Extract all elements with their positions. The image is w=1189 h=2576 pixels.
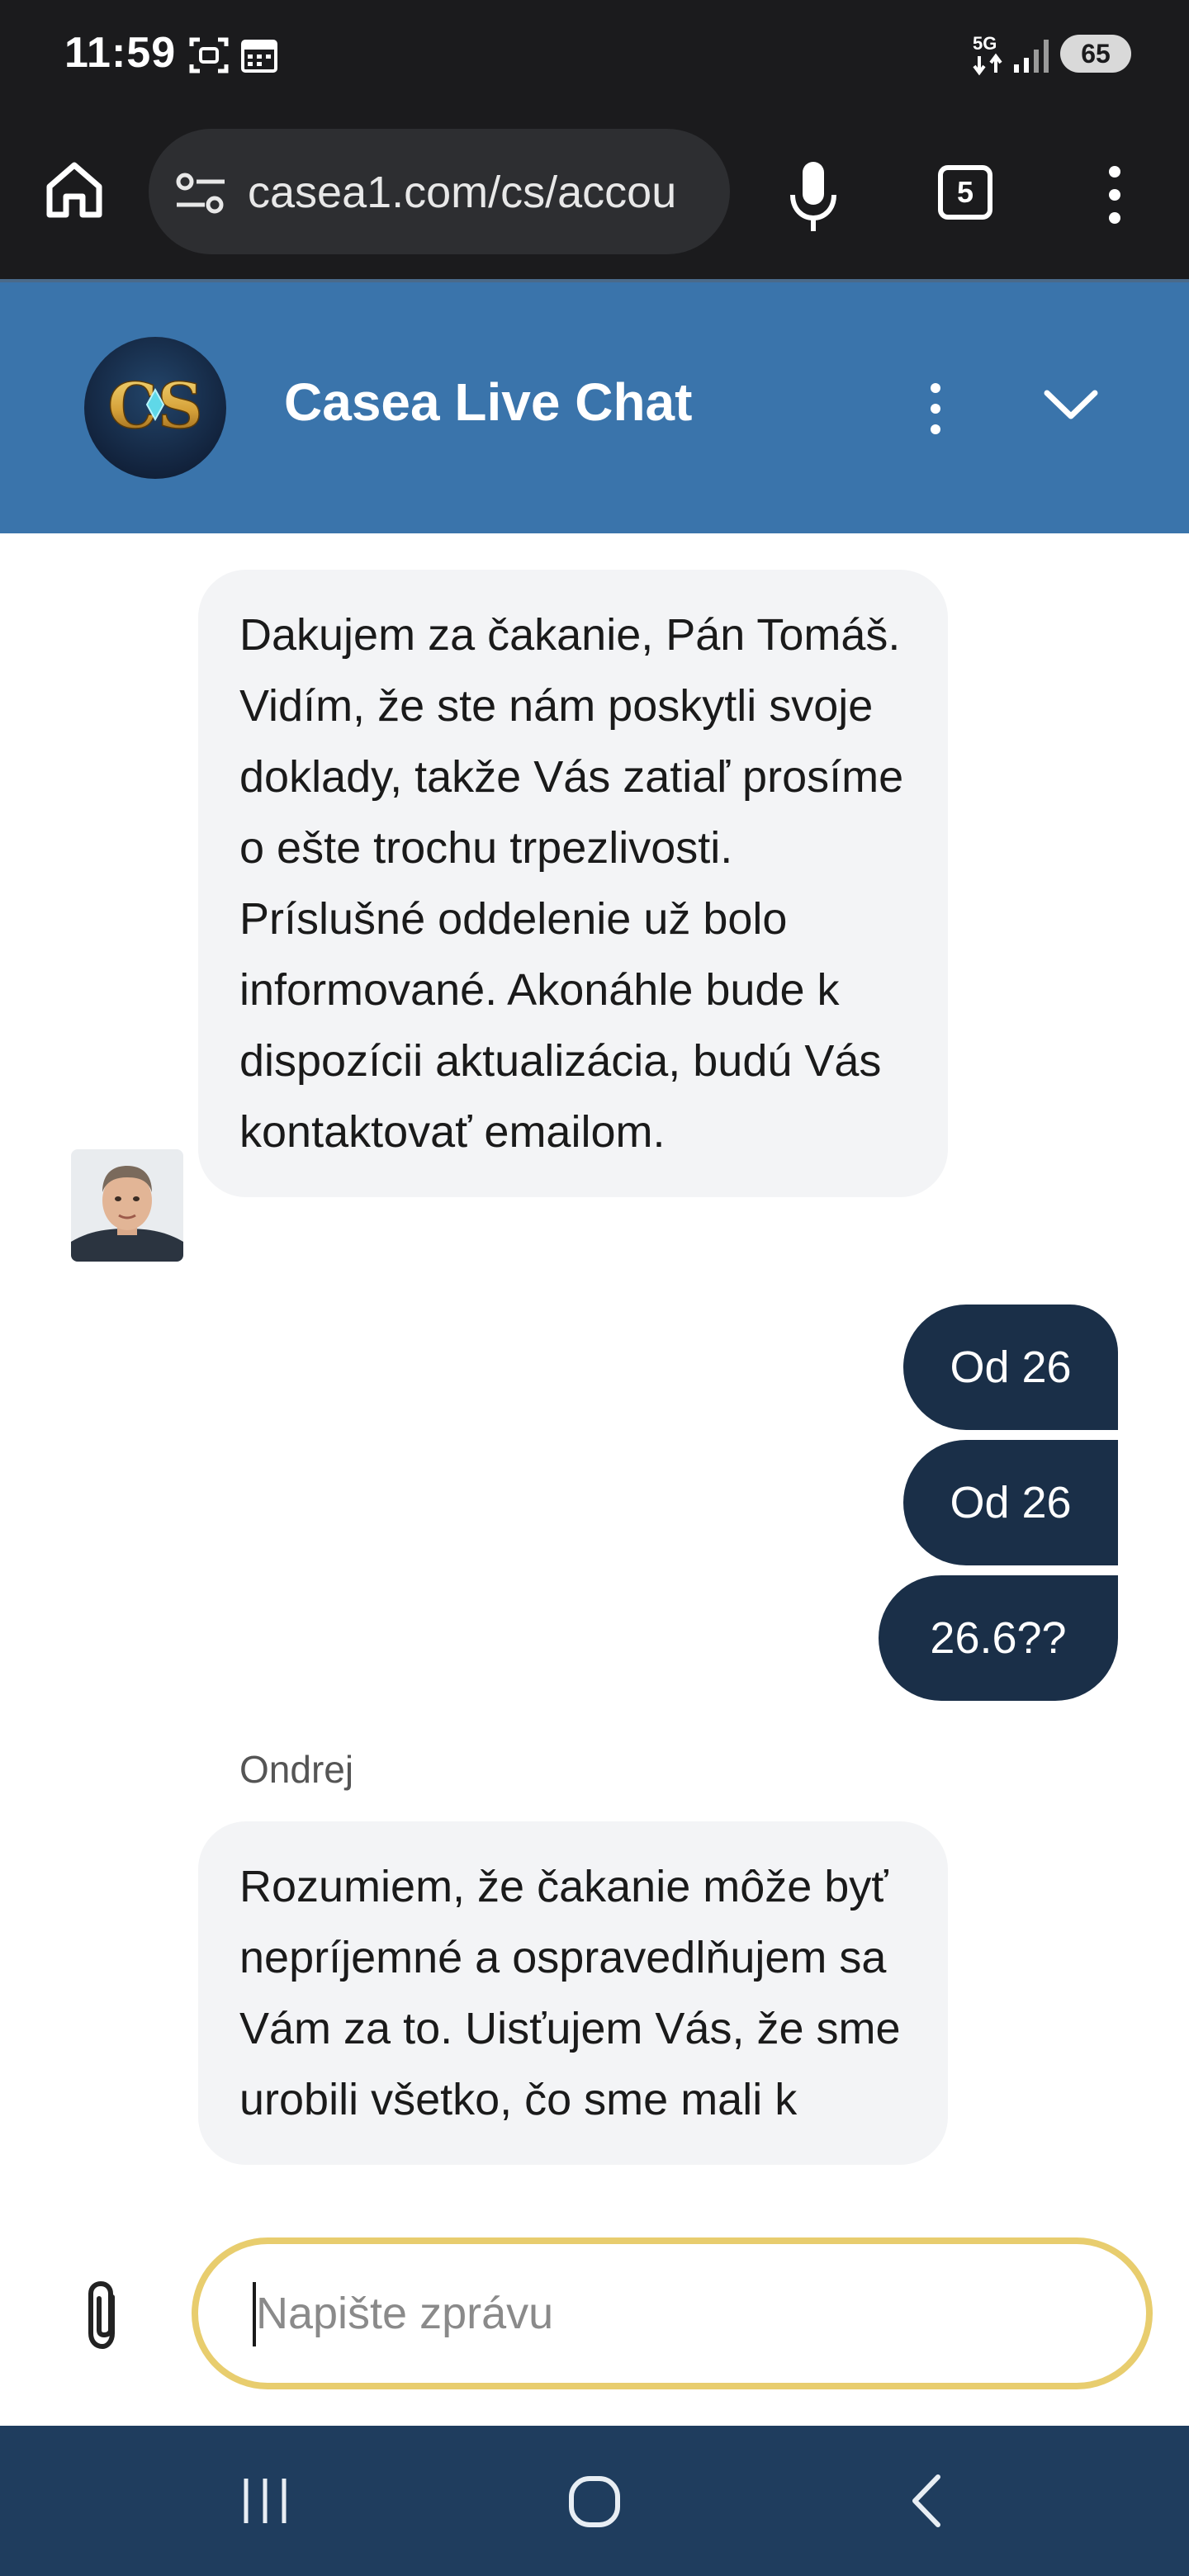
text-caret — [253, 2282, 256, 2346]
battery-indicator: 65 — [1060, 35, 1131, 73]
home-icon[interactable] — [566, 2474, 623, 2534]
more-vert-icon[interactable] — [1098, 162, 1131, 228]
more-vert-icon[interactable] — [923, 380, 948, 438]
user-message: 26.6?? — [879, 1575, 1118, 1701]
agent-message: Rozumiem, že čakanie môže byť nepríjemné… — [198, 1821, 948, 2165]
network-type-icon: 5G — [971, 31, 1009, 82]
user-message: Od 26 — [903, 1440, 1118, 1565]
address-bar[interactable]: casea1.com/cs/accou — [149, 129, 730, 254]
agent-avatar — [71, 1149, 183, 1262]
user-message: Od 26 — [903, 1305, 1118, 1430]
url-text[interactable]: casea1.com/cs/accou — [248, 167, 710, 218]
agent-message: Dakujem za čakanie, Pán Tomáš. Vidím, že… — [198, 570, 948, 1197]
status-time: 11:59 — [64, 29, 177, 77]
casea-logo: CS — [84, 337, 226, 479]
recents-icon[interactable] — [239, 2475, 291, 2531]
network-type-label: 5G — [973, 33, 997, 54]
calendar-icon — [239, 35, 279, 78]
message-input[interactable] — [192, 2237, 1153, 2389]
back-icon[interactable] — [908, 2472, 945, 2534]
message-composer — [0, 2186, 1189, 2426]
paperclip-icon[interactable] — [79, 2279, 129, 2355]
chevron-down-icon[interactable] — [1042, 385, 1100, 426]
screenshot-icon — [188, 35, 230, 80]
site-settings-icon[interactable] — [173, 168, 228, 222]
chat-messages[interactable]: Dakujem za čakanie, Pán Tomáš. Vidím, že… — [0, 533, 1189, 2186]
chat-header: CS Casea Live Chat — [0, 282, 1189, 533]
tab-switcher-icon[interactable]: 5 — [938, 165, 992, 220]
chat-title: Casea Live Chat — [284, 372, 693, 432]
home-icon[interactable] — [41, 157, 107, 223]
signal-icon — [1012, 36, 1052, 78]
system-nav-bar — [0, 2426, 1189, 2576]
microphone-icon[interactable] — [784, 159, 842, 242]
browser-toolbar: casea1.com/cs/accou 5 — [0, 116, 1189, 279]
status-bar: 11:59 5G 65 — [0, 0, 1189, 116]
agent-name: Ondrej — [239, 1748, 354, 1791]
